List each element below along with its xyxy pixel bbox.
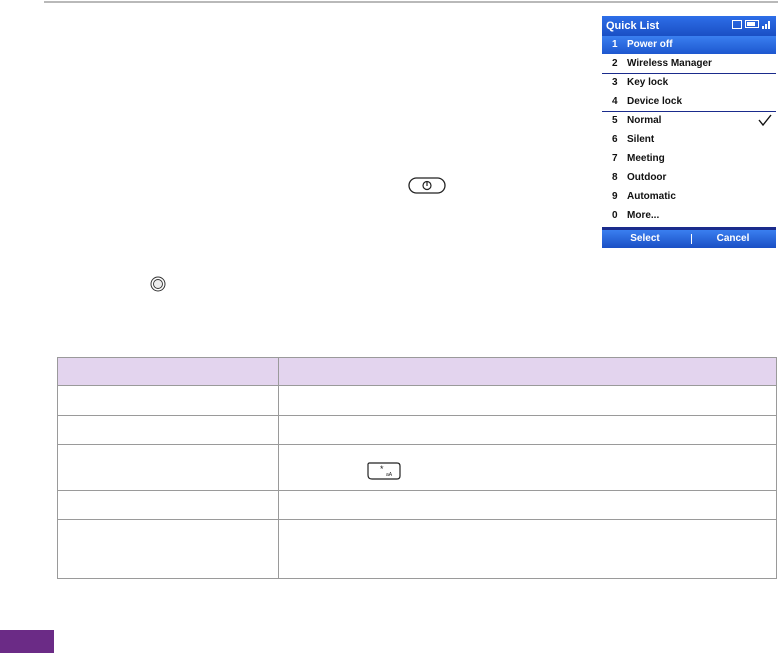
quick-list-item[interactable]: 9 Automatic	[602, 188, 776, 206]
quick-list-item[interactable]: 8 Outdoor	[602, 169, 776, 187]
table-cell	[278, 490, 777, 520]
phone-title-bar: Quick List	[602, 16, 776, 36]
page-tab	[0, 630, 54, 653]
top-rule	[44, 1, 778, 3]
quick-list-item[interactable]: 4 Device lock	[602, 93, 776, 111]
quick-list: 1 Power off 2 Wireless Manager 3 Key lock 4…	[602, 36, 776, 227]
phone-screenshot: Quick List 1 Power off 2 Wireless Manager …	[602, 16, 776, 248]
options-table	[57, 357, 777, 579]
table-cell	[57, 519, 279, 579]
table-cell	[278, 519, 777, 579]
softkey-bar: Select Cancel	[602, 230, 776, 248]
table-cell	[278, 385, 777, 416]
message-icon	[732, 19, 742, 29]
table-cell	[57, 490, 279, 520]
quick-list-item[interactable]: 1 Power off	[602, 36, 776, 54]
quick-list-item[interactable]: 6 Silent	[602, 131, 776, 149]
quick-list-item[interactable]: 2 Wireless Manager	[602, 55, 776, 73]
phone-status-icons	[732, 19, 772, 29]
quick-list-item[interactable]: 7 Meeting	[602, 150, 776, 168]
table-cell	[278, 415, 777, 445]
table-cell	[57, 444, 279, 491]
table-row	[57, 385, 777, 416]
table-cell	[278, 444, 777, 491]
cancel-softkey[interactable]: Cancel	[690, 230, 776, 248]
phone-title: Quick List	[606, 20, 660, 32]
power-key-icon	[408, 177, 446, 194]
quick-list-item[interactable]: 0 More...	[602, 207, 776, 225]
table-header-row	[57, 357, 777, 386]
quick-list-item[interactable]: 3 Key lock	[602, 74, 776, 92]
table-cell	[57, 415, 279, 445]
table-row	[57, 444, 777, 491]
select-softkey[interactable]: Select	[602, 230, 688, 248]
battery-icon	[745, 20, 759, 28]
checkmark-icon	[758, 114, 772, 127]
table-cell	[57, 385, 279, 416]
quick-list-item[interactable]: 5 Normal	[602, 112, 776, 130]
table-row	[57, 519, 777, 579]
signal-icon	[762, 19, 772, 29]
table-header-cell	[57, 357, 279, 386]
table-header-cell	[278, 357, 777, 386]
center-key-icon	[150, 276, 166, 292]
table-row	[57, 415, 777, 445]
table-row	[57, 490, 777, 520]
